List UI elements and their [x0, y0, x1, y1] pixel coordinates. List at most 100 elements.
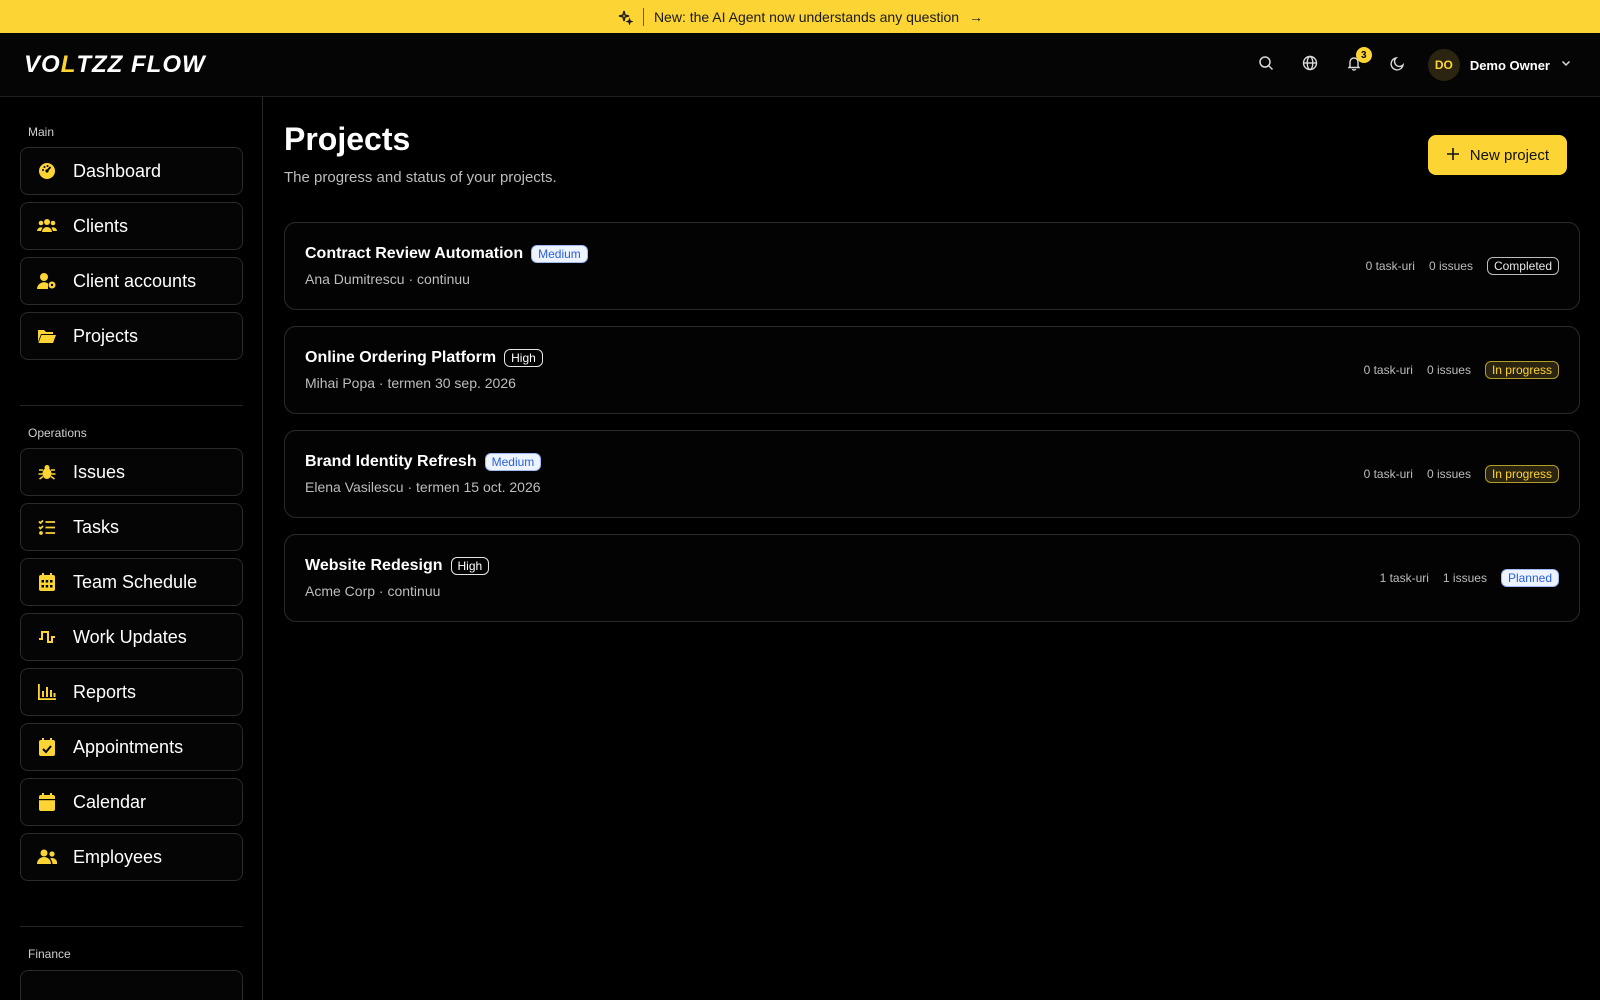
- sidebar-item-label: Dashboard: [73, 160, 162, 181]
- task-count: 1 task-uri: [1379, 571, 1429, 585]
- new-project-label: New project: [1469, 146, 1549, 164]
- sidebar-item-work-updates[interactable]: Work Updates: [20, 613, 243, 661]
- sidebar-item-appointments[interactable]: Appointments: [20, 723, 243, 771]
- status-badge: In progress: [1484, 465, 1559, 483]
- arrow-right-icon: →: [969, 8, 984, 25]
- calendar-icon: [37, 792, 57, 812]
- notifications-button[interactable]: 3: [1332, 45, 1376, 85]
- new-project-button[interactable]: New project: [1427, 135, 1567, 175]
- sidebar-item-client-accounts[interactable]: Client accounts: [20, 257, 243, 305]
- chevron-down-icon: [1560, 56, 1572, 74]
- project-title: Brand Identity Refresh Medium: [305, 453, 542, 471]
- sidebar-item-team-schedule[interactable]: Team Schedule: [20, 558, 243, 606]
- moon-icon: [1390, 55, 1406, 76]
- project-stats: 0 task-uri 0 issues Completed: [1366, 223, 1559, 309]
- sidebar-item-label: Calendar: [73, 791, 147, 812]
- issue-count: 1 issues: [1442, 571, 1487, 585]
- avatar: DO: [1427, 49, 1460, 81]
- search-icon: [1258, 55, 1274, 76]
- sidebar-item-issues[interactable]: Issues: [20, 448, 243, 496]
- sidebar-section-operations: Operations: [28, 426, 87, 440]
- page-title: Projects: [284, 121, 411, 157]
- language-button[interactable]: [1288, 45, 1332, 85]
- project-title: Online Ordering Platform High: [305, 349, 543, 367]
- announcement-banner[interactable]: New: the AI Agent now understands any qu…: [0, 0, 1600, 33]
- priority-badge: Medium: [531, 245, 588, 263]
- sidebar-item-clients[interactable]: Clients: [20, 202, 243, 250]
- sidebar-item-projects[interactable]: Projects: [20, 312, 243, 360]
- client-accounts-icon: [37, 271, 57, 291]
- calendar-check-icon: [37, 737, 57, 757]
- project-name: Website Redesign: [305, 557, 443, 574]
- project-meta: Mihai Popa · termen 30 sep. 2026: [305, 375, 516, 391]
- sidebar-section-main: Main: [28, 125, 55, 139]
- logo[interactable]: VO L TZZ FLOW: [24, 50, 206, 78]
- issue-count: 0 issues: [1428, 259, 1473, 273]
- project-name: Contract Review Automation: [305, 245, 524, 262]
- pulse-icon: [37, 627, 57, 647]
- sidebar-divider: [20, 926, 243, 927]
- priority-badge: High: [504, 349, 543, 367]
- project-stats: 1 task-uri 1 issues Planned: [1380, 535, 1559, 621]
- project-title: Website Redesign High: [305, 557, 490, 575]
- issue-count: 0 issues: [1426, 467, 1471, 481]
- project-card[interactable]: Website Redesign High Acme Corp · contin…: [284, 534, 1580, 622]
- calendar-grid-icon: [37, 572, 57, 592]
- sidebar-item-label: Clients: [73, 215, 129, 236]
- banner-text[interactable]: New: the AI Agent now understands any qu…: [654, 9, 959, 25]
- project-name: Brand Identity Refresh: [305, 453, 477, 470]
- project-card[interactable]: Online Ordering Platform High Mihai Popa…: [284, 326, 1580, 414]
- sidebar-item-finance-first[interactable]: [20, 970, 243, 1000]
- sidebar-item-label: Issues: [73, 461, 126, 482]
- sidebar: Main Dashboard Clients Client accounts P…: [0, 97, 263, 1000]
- sidebar-item-label: Projects: [73, 325, 139, 346]
- task-count: 0 task-uri: [1363, 363, 1413, 377]
- project-card[interactable]: Brand Identity Refresh Medium Elena Vasi…: [284, 430, 1580, 518]
- logo-text-end: TZZ FLOW: [76, 50, 206, 78]
- list-check-icon: [37, 517, 57, 537]
- user-name: Demo Owner: [1469, 57, 1550, 73]
- project-title: Contract Review Automation Medium: [305, 245, 588, 263]
- sidebar-item-label: Employees: [73, 846, 163, 867]
- task-count: 0 task-uri: [1365, 259, 1415, 273]
- project-card[interactable]: Contract Review Automation Medium Ana Du…: [284, 222, 1580, 310]
- sidebar-item-label: Client accounts: [73, 270, 197, 291]
- sidebar-item-label: Appointments: [73, 736, 184, 757]
- project-name: Online Ordering Platform: [305, 349, 497, 366]
- sidebar-item-label: Work Updates: [73, 626, 187, 647]
- plus-icon: [1446, 146, 1460, 164]
- sidebar-divider: [20, 405, 243, 406]
- status-badge: In progress: [1484, 361, 1559, 379]
- user-menu[interactable]: DO Demo Owner: [1427, 49, 1572, 81]
- sidebar-section-finance: Finance: [28, 947, 71, 961]
- status-badge: Completed: [1486, 257, 1559, 275]
- sidebar-item-dashboard[interactable]: Dashboard: [20, 147, 243, 195]
- sidebar-item-employees[interactable]: Employees: [20, 833, 243, 881]
- sidebar-item-label: Reports: [73, 681, 137, 702]
- project-stats: 0 task-uri 0 issues In progress: [1364, 327, 1559, 413]
- sidebar-item-reports[interactable]: Reports: [20, 668, 243, 716]
- notification-count-badge: 3: [1355, 47, 1372, 63]
- header-actions: 3 DO Demo Owner: [1244, 33, 1572, 97]
- folder-open-icon: [37, 326, 57, 346]
- status-badge: Planned: [1500, 569, 1559, 587]
- issue-count: 0 issues: [1426, 363, 1471, 377]
- clients-icon: [37, 216, 57, 236]
- bar-chart-icon: [37, 682, 57, 702]
- logo-bolt: L: [60, 50, 77, 78]
- theme-toggle-button[interactable]: [1376, 45, 1420, 85]
- task-count: 0 task-uri: [1363, 467, 1413, 481]
- sidebar-item-label: Tasks: [73, 516, 120, 537]
- sidebar-item-tasks[interactable]: Tasks: [20, 503, 243, 551]
- search-button[interactable]: [1244, 45, 1288, 85]
- project-meta: Elena Vasilescu · termen 15 oct. 2026: [305, 479, 541, 495]
- sparkles-icon: [617, 9, 633, 25]
- dashboard-icon: [37, 161, 57, 181]
- globe-icon: [1302, 55, 1318, 76]
- banner-divider: [642, 7, 644, 26]
- page-subtitle: The progress and status of your projects…: [284, 169, 557, 186]
- priority-badge: Medium: [484, 453, 542, 471]
- top-bar: VO L TZZ FLOW 3 DO Demo Owner: [0, 33, 1600, 97]
- main-content: Projects The progress and status of your…: [263, 97, 1600, 1000]
- sidebar-item-calendar[interactable]: Calendar: [20, 778, 243, 826]
